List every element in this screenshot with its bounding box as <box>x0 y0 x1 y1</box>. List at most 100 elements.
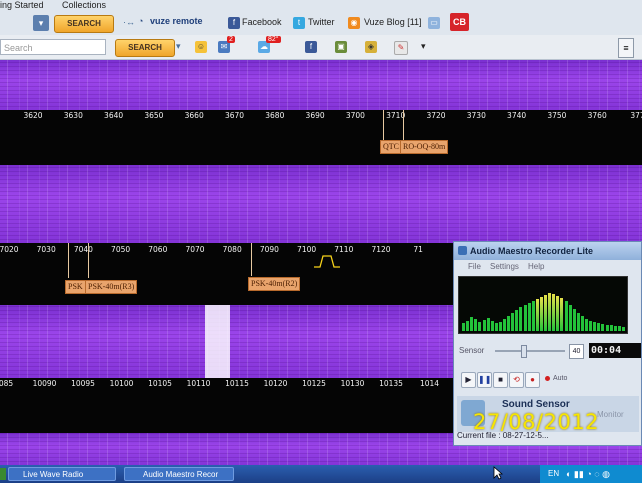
vu-meter-bar <box>580 316 584 331</box>
menu-file[interactable]: File <box>468 260 481 274</box>
band-label-qtc[interactable]: QTC <box>380 140 402 154</box>
menu-icon[interactable]: ≡ <box>618 38 634 58</box>
frequency-tick-label: 10130 <box>340 379 365 388</box>
vu-meter-bar <box>560 298 564 331</box>
frequency-tick-label: 7090 <box>259 245 279 254</box>
band-label-psk-40m-r3[interactable]: PSK-40m(R3) <box>85 280 138 294</box>
taskbar-item-audio-maestro[interactable]: Audio Maestro Recor <box>124 467 234 481</box>
record-icon[interactable]: ● <box>525 372 540 388</box>
frequency-tick-label: 10120 <box>263 379 288 388</box>
facebook-link[interactable]: Facebook <box>242 17 282 27</box>
vuze-remote-link[interactable]: vuze remote <box>150 16 203 26</box>
toolbar-search-button[interactable]: SEARCH <box>54 15 114 33</box>
vu-meter <box>458 276 628 334</box>
frequency-tick-label: 3760 <box>587 111 607 120</box>
extension-icon[interactable]: ◈ <box>365 41 377 53</box>
search-dropdown-icon[interactable]: ▾ <box>176 41 181 52</box>
frequency-tick-label: 7070 <box>185 245 205 254</box>
frequency-tick-label: 10115 <box>225 379 249 388</box>
frequency-tick-label: 3720 <box>426 111 446 120</box>
vu-meter-bar <box>486 318 490 331</box>
frequency-tick-label: 10135 <box>379 379 403 388</box>
recorder-title[interactable]: Audio Maestro Recorder Lite <box>454 242 641 260</box>
vu-meter-bar <box>556 296 560 331</box>
date-overlay: 27/08/2012 <box>473 410 600 434</box>
loop-icon[interactable]: ⟲ <box>509 372 524 388</box>
tray-icons[interactable]: ◐ ▮▮ ◔ ◌ ◍ <box>566 469 610 480</box>
vu-meter-bar <box>597 323 601 331</box>
vu-meter-bar <box>511 313 515 331</box>
vu-meter-bar <box>539 297 543 331</box>
frequency-tick-label: 3640 <box>104 111 124 120</box>
stop-icon[interactable]: ■ <box>493 372 508 388</box>
filter-passband-shape[interactable] <box>312 252 342 270</box>
marker-line-ro-oq <box>403 110 404 142</box>
start-button[interactable] <box>0 468 6 480</box>
sensor-value[interactable]: 40 <box>569 344 584 359</box>
rss-icon: ◉ <box>348 17 360 29</box>
vu-meter-bar <box>519 307 523 331</box>
sensor-label: Sensor <box>459 346 485 355</box>
frequency-tick-label: 10125 <box>302 379 326 388</box>
browser-toolbar: ing Started Collections ▾ SEARCH ·↔ ◔ vu… <box>0 0 642 36</box>
wifi-icon: ◔ <box>138 16 144 26</box>
frequency-tick-label: 10110 <box>186 379 211 388</box>
weather-temperature: 82° <box>266 36 281 43</box>
band-label-psk[interactable]: PSK <box>65 280 86 294</box>
bookmark-getting-started[interactable]: ing Started <box>0 0 44 10</box>
frequency-tick-label: 3620 <box>23 111 43 120</box>
twitter-link[interactable]: Twitter <box>308 17 335 27</box>
facebook-small-icon[interactable]: f <box>305 41 317 53</box>
vu-meter-bar <box>523 305 527 331</box>
vu-meter-bar <box>548 293 552 331</box>
more-icon[interactable]: ▾ <box>421 41 426 52</box>
bookmark-collections[interactable]: Collections <box>62 0 106 10</box>
frequency-tick-label: 3680 <box>265 111 285 120</box>
vu-meter-bar <box>470 317 474 331</box>
taskbar-item-live-wave[interactable]: Live Wave Radio <box>8 467 116 481</box>
taskbar: Live Wave Radio Audio Maestro Recor EN ◐… <box>0 465 642 483</box>
frequency-tick-label: 3730 <box>466 111 486 120</box>
frequency-tick-label: 3630 <box>63 111 83 120</box>
play-icon[interactable]: ▶ <box>461 372 476 388</box>
monitor-label[interactable]: Monitor <box>597 410 624 419</box>
transport-controls: ▶ ❚❚ ■ ⟲ ● Auto <box>457 372 639 390</box>
frequency-tick-label: 7020 <box>0 245 19 254</box>
vu-meter-bar <box>564 301 568 331</box>
vuze-blog-link[interactable]: Vuze Blog [11] <box>364 17 422 27</box>
sensor-slider-thumb[interactable] <box>521 345 527 358</box>
auto-label[interactable]: Auto <box>553 375 567 382</box>
vu-meter-bar <box>544 295 547 331</box>
vu-meter-bar <box>527 303 531 331</box>
search-input[interactable]: Search <box>0 39 106 55</box>
strong-signal-trace <box>205 305 230 378</box>
vu-meter-bar <box>568 305 572 331</box>
pause-icon[interactable]: ❚❚ <box>477 372 492 388</box>
vu-meter-bar <box>482 320 486 331</box>
smiley-icon[interactable]: ☺ <box>195 41 207 53</box>
tools-icon[interactable]: ✎ <box>394 41 408 55</box>
search-bar-button[interactable]: SEARCH <box>115 39 175 57</box>
vu-meter-bar <box>617 326 621 331</box>
vu-meter-bar <box>498 322 502 331</box>
frequency-tick-label: 377 <box>630 111 642 120</box>
sensor-slider[interactable] <box>495 350 565 352</box>
vu-meter-bar <box>552 294 556 331</box>
vu-meter-bar <box>531 301 535 331</box>
system-tray: EN ◐ ▮▮ ◔ ◌ ◍ <box>540 465 642 483</box>
photo-icon[interactable]: ▣ <box>335 41 347 53</box>
window-icon[interactable]: ▭ <box>428 17 440 29</box>
marker-line-psk-40m-r3 <box>88 243 89 278</box>
menu-settings[interactable]: Settings <box>490 260 519 274</box>
menu-help[interactable]: Help <box>528 260 544 274</box>
sound-sensor-title: Sound Sensor <box>502 399 570 410</box>
band-label-psk-40m-r2[interactable]: PSK-40m(R2) <box>248 277 301 291</box>
frequency-tick-label: 10090 <box>32 379 57 388</box>
cb-button[interactable]: CB <box>450 13 469 31</box>
vu-meter-bar <box>576 313 580 331</box>
band-label-ro-oq-80m[interactable]: RO-OQ-80m <box>400 140 449 154</box>
language-indicator[interactable]: EN <box>548 469 559 478</box>
vu-meter-bar <box>474 319 478 331</box>
timer-display: 00:04 <box>589 343 641 358</box>
dropdown-toggle-icon[interactable]: ▾ <box>33 15 49 31</box>
